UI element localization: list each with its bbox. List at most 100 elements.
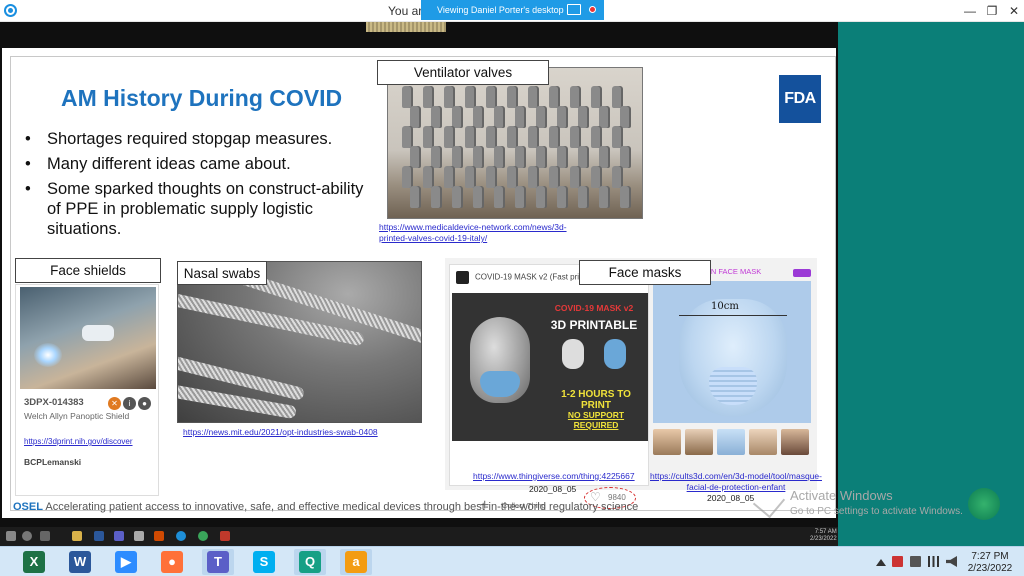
mask-v2-render: COVID-19 MASK v2 3D PRINTABLE 1-2 HOURS … — [452, 293, 648, 441]
valve — [591, 126, 600, 148]
word-icon[interactable] — [94, 531, 104, 541]
thumbnail[interactable] — [685, 429, 713, 455]
thingiverse-link[interactable]: https://www.thingiverse.com/thing:422566… — [473, 471, 635, 482]
valve — [465, 126, 474, 148]
thingiverse-date: 2020_08_05 — [529, 484, 577, 494]
valve — [507, 86, 516, 108]
valve — [578, 106, 587, 128]
fda-logo: FDA — [779, 75, 821, 123]
search-icon: Q — [299, 551, 321, 573]
app-icon[interactable] — [220, 531, 230, 541]
valve — [423, 166, 432, 188]
valve — [444, 86, 453, 108]
skype-icon: S — [253, 551, 275, 573]
valve — [570, 86, 579, 108]
taskbar-excel-button[interactable]: X — [18, 549, 50, 575]
shared-clock: 7:57 AM 2/23/2022 — [810, 529, 837, 542]
info-icon: i — [123, 397, 136, 410]
valve — [465, 86, 474, 108]
taskbar-skype-button[interactable]: S — [248, 549, 280, 575]
folder-icon[interactable] — [72, 531, 82, 541]
mask-title-white: 3D PRINTABLE — [550, 318, 638, 332]
clock-time: 7:27 PM — [971, 551, 1009, 562]
start-icon[interactable] — [6, 531, 16, 541]
valve — [599, 106, 608, 128]
record-icon[interactable] — [589, 6, 596, 13]
valve — [599, 146, 608, 168]
face-shield-subtitle: Welch Allyn Panoptic Shield — [24, 411, 130, 421]
cults3d-date: 2020_08_05 — [707, 493, 755, 503]
taskbar-avast-button[interactable]: a — [340, 549, 372, 575]
remote-desktop-background — [838, 22, 1024, 546]
taskbar-clock[interactable]: 7:27 PM 2/23/2022 — [962, 551, 1018, 575]
minimize-button[interactable]: — — [960, 2, 980, 20]
window-title: You ar — [388, 4, 423, 18]
screen-share-banner[interactable]: Viewing Daniel Porter's desktop — [421, 0, 604, 20]
child-mask-render: 10cm — [653, 281, 811, 423]
activate-windows-subtitle: Go to PC settings to activate Windows. — [790, 506, 963, 517]
mask-print-hours: 1-2 HOURS TO PRINT — [561, 389, 631, 411]
ventilator-link[interactable]: https://www.medicaldevice-network.com/ne… — [379, 222, 579, 244]
edge-icon[interactable] — [176, 531, 186, 541]
valve — [494, 146, 503, 168]
face-shield-link[interactable]: https://3dprint.nih.gov/discover — [24, 437, 133, 446]
valve — [402, 126, 411, 148]
clock-date: 2/23/2022 — [967, 563, 1013, 574]
search-icon[interactable] — [22, 531, 32, 541]
tray-expand-icon[interactable] — [876, 559, 886, 566]
shared-taskbar: 7:57 AM 2/23/2022 — [0, 527, 838, 546]
monitor-icon[interactable] — [567, 4, 581, 15]
valve — [578, 186, 587, 208]
taskbar-search-button[interactable]: Q — [294, 549, 326, 575]
valve — [612, 86, 621, 108]
valve — [612, 126, 621, 148]
ventilator-valves-photo — [387, 67, 643, 219]
valve — [515, 146, 524, 168]
task-view-icon[interactable] — [40, 531, 50, 541]
valve — [473, 106, 482, 128]
teams-icon: T — [207, 551, 229, 573]
bullet-item: Shortages required stopgap measures. — [21, 129, 381, 149]
close-button[interactable]: ✕ — [1004, 2, 1024, 20]
user-icon: ● — [138, 397, 151, 410]
tools-icon: ✕ — [108, 397, 121, 410]
taskbar-firefox-button[interactable]: ● — [156, 549, 188, 575]
face-shields-label: Face shields — [15, 258, 161, 283]
nasal-swabs-link[interactable]: https://news.mit.edu/2021/opt-industries… — [183, 427, 378, 438]
taskbar-teams-button[interactable]: T — [202, 549, 234, 575]
valve — [410, 106, 419, 128]
remote-app-icon[interactable] — [968, 488, 1000, 520]
powerpoint-icon[interactable] — [154, 531, 164, 541]
volume-icon[interactable] — [946, 556, 957, 567]
maximize-button[interactable]: ❐ — [982, 2, 1002, 20]
taskbar-word-button[interactable]: W — [64, 549, 96, 575]
valve — [549, 86, 558, 108]
valve — [557, 106, 566, 128]
valve — [549, 126, 558, 148]
slide-title: AM History During COVID — [61, 85, 343, 111]
thumbnail[interactable] — [717, 429, 745, 455]
network-icon[interactable] — [928, 556, 939, 567]
valve — [528, 86, 537, 108]
screen-share-text: Viewing Daniel Porter's desktop — [437, 5, 564, 15]
thumbnail[interactable] — [749, 429, 777, 455]
app-icon[interactable] — [134, 531, 144, 541]
taskbar-zoom-button[interactable]: ▶ — [110, 549, 142, 575]
thumbnail[interactable] — [653, 429, 681, 455]
face-shield-id: 3DPX-014383 — [24, 397, 84, 408]
valve — [557, 146, 566, 168]
valve — [410, 186, 419, 208]
slide-content: AM History During COVID Shortages requir… — [10, 56, 836, 514]
activate-windows-title: Activate Windows — [790, 488, 893, 503]
thumbnail[interactable] — [781, 429, 809, 455]
tray-app-icon[interactable] — [910, 556, 921, 567]
bullet-list: Shortages required stopgap measures. Man… — [21, 129, 381, 244]
valve — [536, 186, 545, 208]
footer-text: Accelerating patient access to innovativ… — [45, 501, 639, 513]
drag-handle[interactable] — [366, 22, 446, 32]
teams-icon[interactable] — [114, 531, 124, 541]
tray-app-icon[interactable] — [892, 556, 903, 567]
valve — [620, 146, 629, 168]
valve — [452, 146, 461, 168]
chrome-icon[interactable] — [198, 531, 208, 541]
